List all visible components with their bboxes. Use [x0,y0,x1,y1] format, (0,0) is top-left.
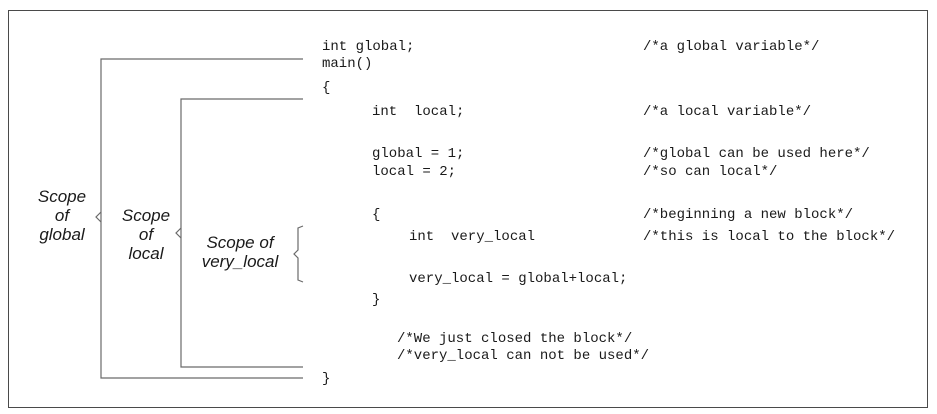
code-comment: /*so can local*/ [643,164,778,180]
code-line: int very_local [409,229,536,245]
code-line: int global; [322,39,415,55]
code-line: { [372,207,381,223]
code-line: } [322,371,331,387]
scope-of-local-label: Scope of local [121,206,171,263]
code-line: } [372,292,381,308]
code-comment: /*a global variable*/ [643,39,820,55]
code-line: int local; [372,104,465,120]
code-line: /*very_local can not be used*/ [397,348,650,364]
scope-of-very-local-label: Scope of very_local [201,233,279,271]
code-line: very_local = global+local; [409,271,628,287]
code-comment: /*beginning a new block*/ [643,207,854,223]
very-local-scope-bracket [293,225,304,283]
code-line: main() [322,56,373,72]
scope-of-global-label: Scope of global [37,187,87,244]
code-comment: /*global can be used here*/ [643,146,870,162]
code-line: /*We just closed the block*/ [397,331,633,347]
code-comment: /*a local variable*/ [643,104,812,120]
code-line: { [322,80,331,96]
global-brace-tick [95,211,102,223]
code-line: global = 1; [372,146,465,162]
code-comment: /*this is local to the block*/ [643,229,896,245]
code-line: local = 2; [372,164,457,180]
